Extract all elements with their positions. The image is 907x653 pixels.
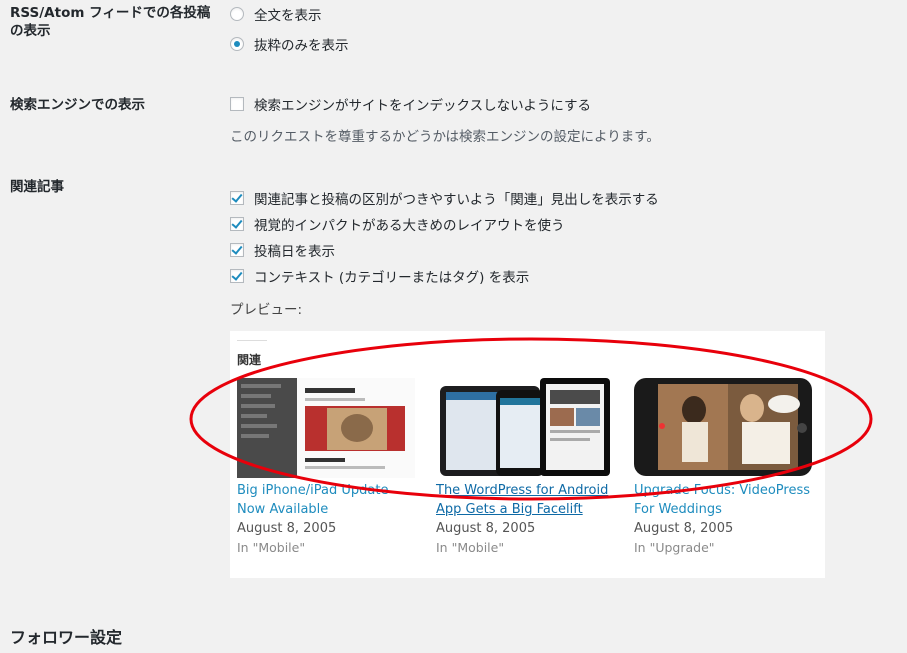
post-title-link[interactable]: The WordPress for Android App Gets a Big… [436, 481, 614, 519]
show-date-checkbox[interactable] [230, 243, 244, 257]
feed-option-full-label: 全文を表示 [254, 8, 322, 24]
related-option-large-layout[interactable]: 視覚的インパクトがある大きめのレイアウトを使う [230, 214, 565, 234]
preview-heading: 関連 [237, 353, 262, 367]
post-context: In "Mobile" [237, 540, 306, 555]
post-date: August 8, 2005 [237, 521, 337, 536]
large-layout-label: 視覚的インパクトがある大きめのレイアウトを使う [254, 218, 565, 234]
followers-section-heading: フォロワー設定 [10, 628, 123, 647]
related-header-checkbox[interactable] [230, 191, 244, 205]
noindex-checkbox[interactable] [230, 97, 244, 111]
feed-option-excerpt[interactable]: 抜粋のみを表示 [230, 34, 349, 54]
post-title-link[interactable]: Big iPhone/iPad Update Now Available [237, 481, 415, 519]
post-thumbnail-ios[interactable] [237, 378, 415, 478]
related-post-card: The WordPress for Android App Gets a Big… [436, 378, 614, 557]
large-layout-checkbox[interactable] [230, 217, 244, 231]
radio-full-text[interactable] [230, 7, 244, 21]
noindex-checkbox-label: 検索エンジンがサイトをインデックスしないようにする [254, 98, 591, 114]
feed-setting-label: RSS/Atom フィードでの各投稿の表示 [10, 5, 211, 39]
related-header-label: 関連記事と投稿の区別がつきやすいよう「関連」見出しを表示する [254, 192, 659, 208]
related-post-card: Big iPhone/iPad Update Now Available Aug… [237, 378, 415, 557]
related-posts-label: 関連記事 [10, 179, 64, 195]
show-date-label: 投稿日を表示 [254, 244, 335, 260]
show-context-checkbox[interactable] [230, 269, 244, 283]
related-option-header[interactable]: 関連記事と投稿の区別がつきやすいよう「関連」見出しを表示する [230, 188, 659, 208]
related-option-date[interactable]: 投稿日を表示 [230, 240, 335, 260]
post-title-link[interactable]: Upgrade Focus: VideoPress For Weddings [634, 481, 812, 519]
feed-option-excerpt-label: 抜粋のみを表示 [254, 38, 349, 54]
show-context-label: コンテキスト (カテゴリーまたはタグ) を表示 [254, 270, 530, 286]
related-preview-box: 関連 Big iPhone/iPad Update Now Available … [230, 331, 825, 578]
feed-option-full[interactable]: 全文を表示 [230, 4, 322, 24]
post-context: In "Mobile" [436, 540, 505, 555]
post-thumbnail-android[interactable] [436, 378, 614, 478]
post-date: August 8, 2005 [436, 521, 536, 536]
search-description: このリクエストを尊重するかどうかは検索エンジンの設定によります。 [230, 129, 660, 145]
post-context: In "Upgrade" [634, 540, 715, 555]
radio-excerpt[interactable] [230, 37, 244, 51]
post-thumbnail-videopress[interactable] [634, 378, 812, 478]
related-post-card: Upgrade Focus: VideoPress For Weddings A… [634, 378, 812, 557]
preview-divider [237, 340, 267, 341]
search-visibility-label: 検索エンジンでの表示 [10, 97, 145, 113]
post-date: August 8, 2005 [634, 521, 734, 536]
preview-label: プレビュー: [230, 302, 303, 318]
search-noindex-option[interactable]: 検索エンジンがサイトをインデックスしないようにする [230, 94, 591, 114]
related-option-context[interactable]: コンテキスト (カテゴリーまたはタグ) を表示 [230, 266, 529, 286]
